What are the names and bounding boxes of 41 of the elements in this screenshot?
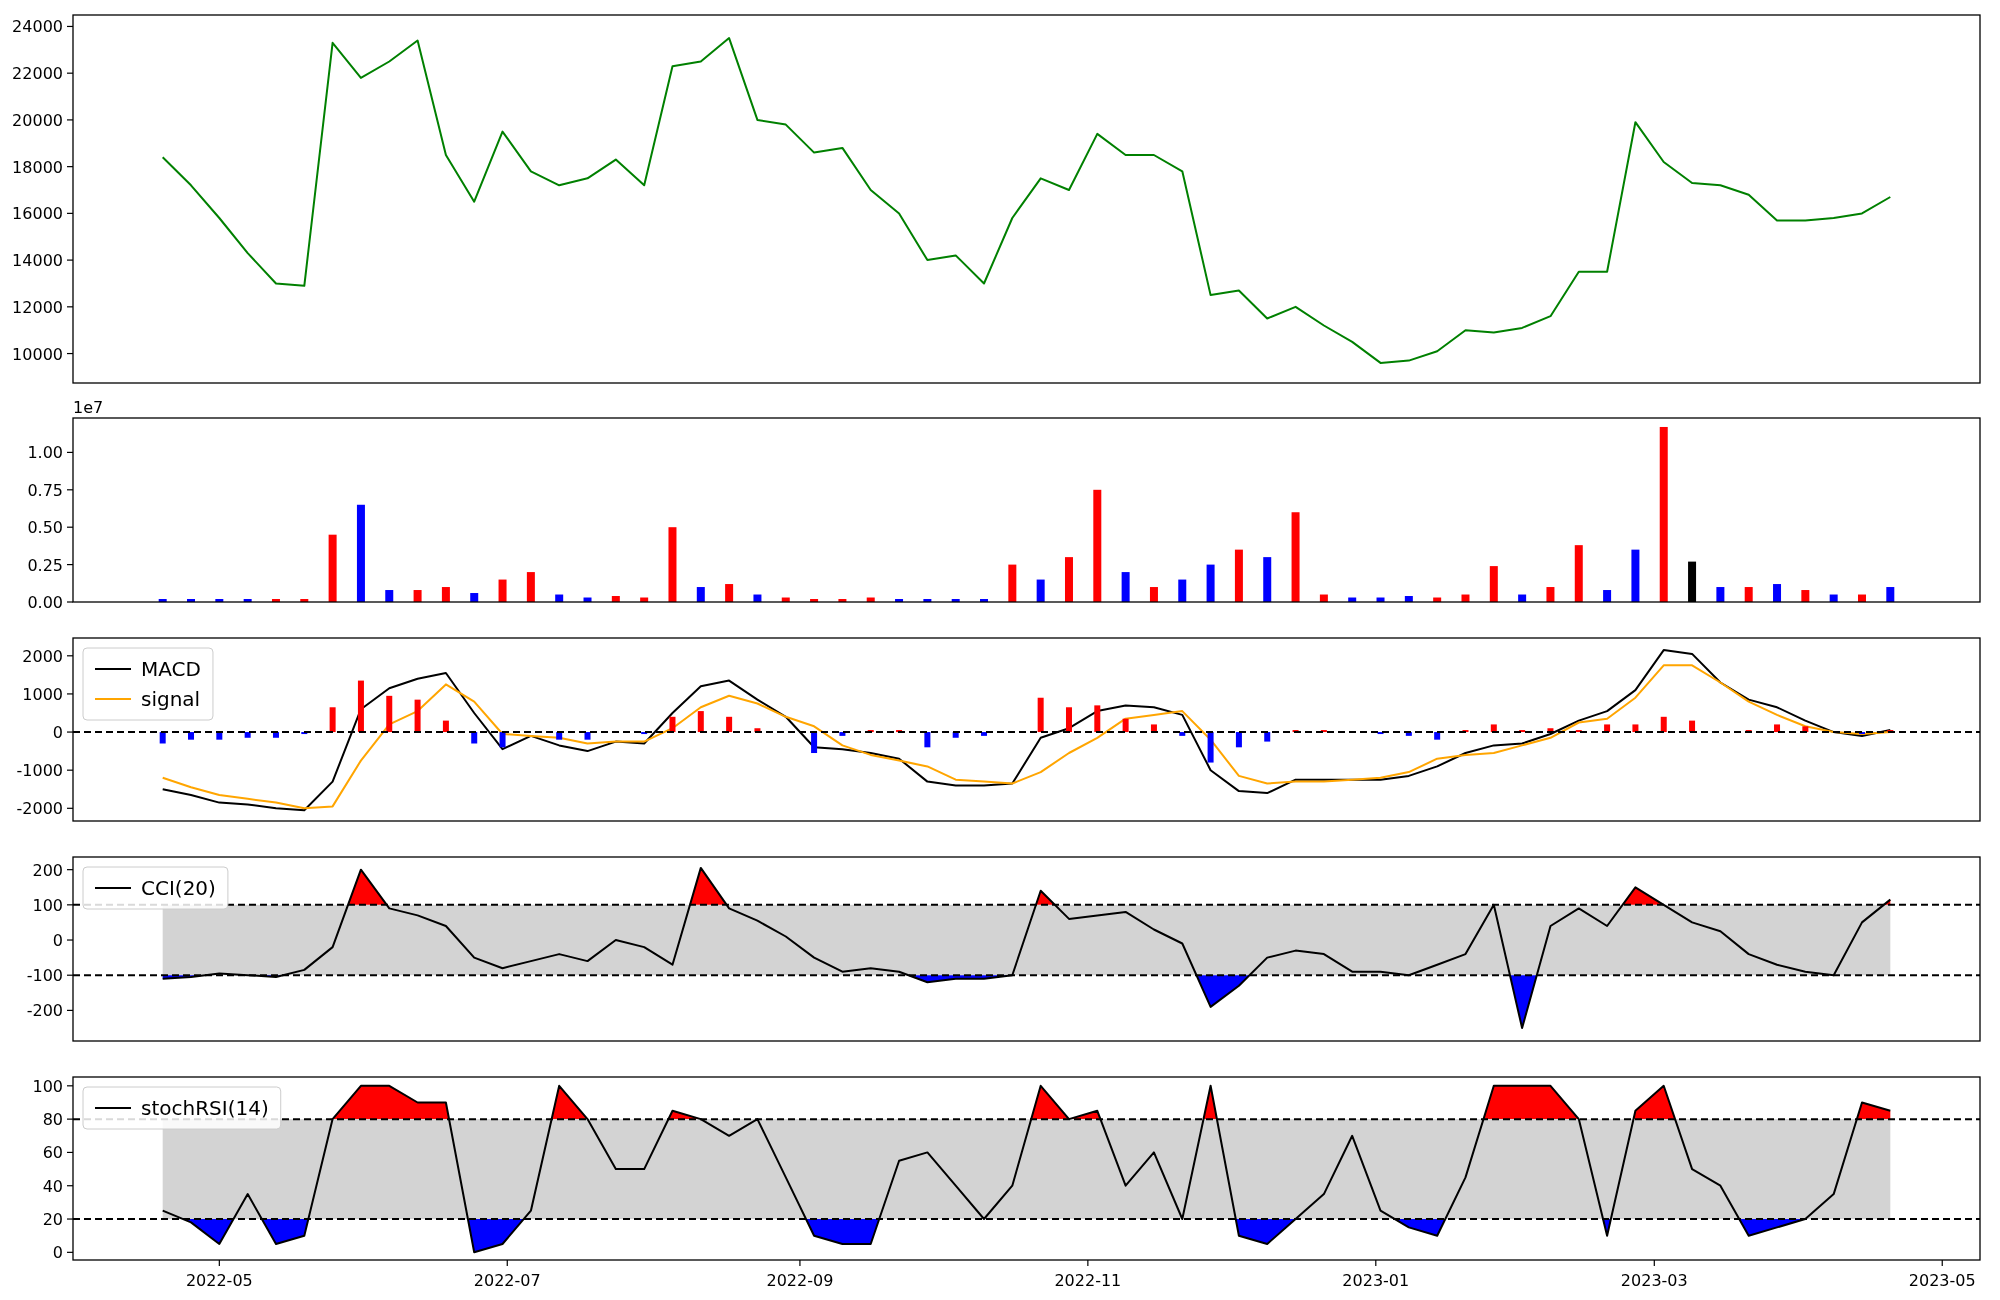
tick-label: 60	[42, 1143, 63, 1163]
tick-label: 0.00	[27, 593, 63, 612]
tick-label: 1.00	[27, 443, 63, 463]
tick-label: 2023-03	[1620, 1271, 1688, 1290]
tick-label: 24000	[12, 17, 63, 37]
tick-label: 100	[32, 1076, 63, 1096]
tick-label: 20000	[12, 110, 63, 130]
tick-label: 2000	[22, 646, 63, 666]
tick-label: 18000	[12, 157, 63, 177]
tick-label: 2022-05	[185, 1271, 253, 1290]
tick-label: 100	[32, 895, 63, 915]
tick-label: 2023-05	[1908, 1271, 1976, 1290]
legend-label: CCI(20)	[141, 876, 216, 900]
tick-label: 12000	[12, 297, 63, 317]
tick-label: 0.25	[27, 555, 63, 575]
legend-label: stochRSI(14)	[141, 1096, 269, 1120]
tick-label: 0.75	[27, 480, 63, 500]
tick-label: 2022-09	[766, 1271, 834, 1290]
tick-label: 1000	[22, 684, 63, 704]
tick-label: 10000	[12, 344, 63, 364]
legend-label: signal	[141, 687, 201, 711]
tick-label: 0	[52, 1243, 63, 1263]
tick-label: 40	[42, 1176, 63, 1196]
legend-label: MACD	[141, 657, 201, 681]
tick-label: 2023-01	[1342, 1271, 1410, 1290]
tick-label: 2022-11	[1054, 1271, 1122, 1290]
tick-label: -1000	[16, 761, 63, 781]
tick-label: 200	[32, 860, 63, 880]
tick-label: -100	[26, 966, 63, 986]
tick-label: 20	[42, 1210, 63, 1230]
tick-label: 16000	[12, 204, 63, 224]
tick-label: 0	[52, 931, 63, 951]
tick-label: -200	[26, 1001, 63, 1021]
tick-label: 14000	[12, 251, 63, 271]
axis-offset-label: 1e7	[73, 400, 104, 417]
tick-label: 0.50	[27, 518, 63, 538]
tick-label: 2022-07	[473, 1271, 541, 1290]
tick-label: 22000	[12, 64, 63, 84]
tick-label: 0	[52, 723, 63, 743]
tick-label: -2000	[16, 799, 63, 819]
tick-label: 80	[42, 1110, 63, 1130]
